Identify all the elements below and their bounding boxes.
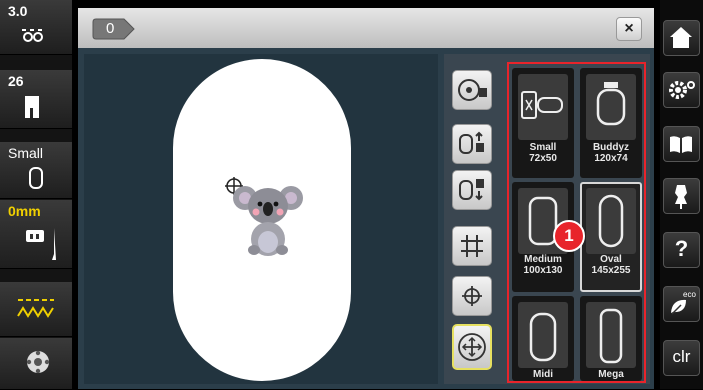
grid-button[interactable]: [452, 226, 492, 266]
home-button[interactable]: [663, 20, 700, 56]
hoop-forward-button[interactable]: [452, 170, 492, 210]
tension-button[interactable]: [0, 282, 72, 337]
eco-button[interactable]: eco: [663, 286, 700, 322]
hoop-icon: [29, 167, 43, 189]
tension-zigzag-icon: [17, 299, 54, 318]
center-button[interactable]: [452, 276, 492, 316]
clear-button[interactable]: clr: [663, 340, 700, 376]
needle-position-button[interactable]: 0mm: [0, 200, 72, 269]
hoop-center-icon: [458, 333, 486, 361]
book-icon: [670, 136, 692, 153]
hoop-center-button[interactable]: [452, 324, 492, 370]
hoop-forward-icon: [459, 179, 484, 201]
koala-design-icon[interactable]: [232, 176, 304, 258]
stitch-length-value: 26: [8, 73, 24, 89]
hoop-preview-area: [84, 54, 438, 384]
callout-badge: 1: [553, 220, 585, 252]
offset-value: 0mm: [8, 203, 41, 219]
hoop-back-icon: [459, 131, 484, 154]
stitch-width-value: 3.0: [8, 3, 28, 19]
stitch-width-button[interactable]: 3.0: [0, 0, 72, 55]
hoop-back-button[interactable]: [452, 124, 492, 164]
hoop-label: Small: [8, 145, 44, 161]
tutorial-button[interactable]: [663, 178, 700, 214]
hoop-selection-button[interactable]: Small: [0, 142, 72, 199]
settings-button[interactable]: [663, 72, 700, 108]
dress-form-icon: [675, 185, 687, 209]
center-icon: [462, 286, 482, 306]
left-sidebar: 3.0 26 Small 0mm: [0, 0, 72, 390]
presser-foot-icon: [25, 96, 39, 118]
stitch-length-button[interactable]: 26: [0, 70, 72, 129]
guide-button[interactable]: [663, 126, 700, 162]
layer-tab-label: 0: [106, 20, 115, 37]
gear-icon: [669, 81, 695, 99]
eco-label: eco: [683, 290, 696, 299]
stitch-width-icon: [22, 29, 43, 42]
close-button[interactable]: ×: [616, 17, 642, 41]
needle-plate-icon: [26, 228, 56, 260]
grid-icon: [461, 235, 483, 257]
layer-tab[interactable]: 0: [92, 18, 136, 40]
bobbin-icon: [26, 350, 50, 374]
home-icon: [670, 27, 692, 48]
title-bar: 0 ×: [78, 8, 654, 48]
move-hoop-button[interactable]: [452, 70, 492, 110]
move-hoop-icon: [458, 79, 487, 101]
bobbin-button[interactable]: [0, 338, 72, 390]
help-button[interactable]: ?: [663, 232, 700, 268]
